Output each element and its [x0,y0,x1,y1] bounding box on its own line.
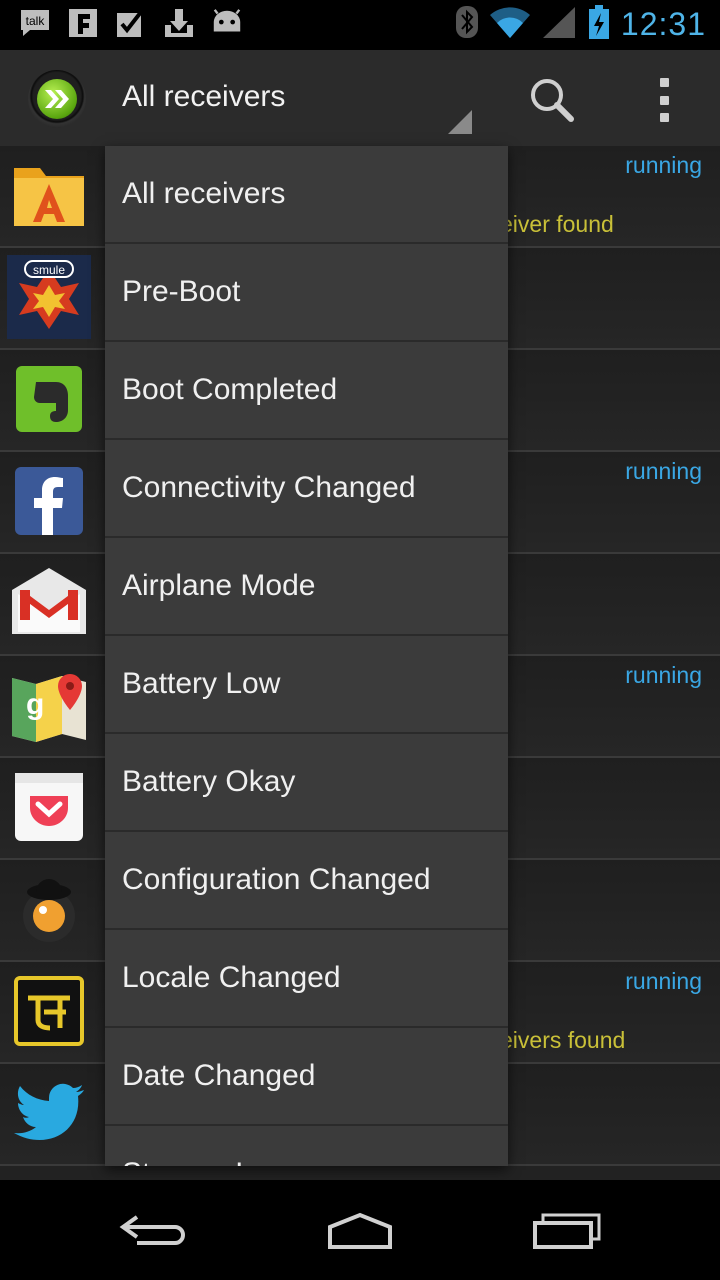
status-bar: talk 12:31 [0,0,720,50]
clockwork-icon [10,870,88,948]
dropdown-item-pre-boot[interactable]: Pre-Boot [105,244,508,342]
talk-icon: talk [18,6,52,40]
flipboard-icon [66,6,100,40]
svg-text:g: g [26,688,44,721]
spinner-dropdown-indicator-icon [448,110,472,134]
receiver-filter-spinner[interactable]: All receivers [122,80,285,114]
system-icons: 12:31 [455,4,706,45]
receiver-filter-dropdown: All receivers Pre-Boot Boot Completed Co… [105,146,508,1166]
action-bar: All receivers [0,50,720,147]
dropdown-item-all-receivers[interactable]: All receivers [105,146,508,244]
twitter-icon [10,1074,88,1152]
row-receiver-count: eivers found [500,1027,626,1053]
download-icon [162,6,196,40]
dropdown-item-date-changed[interactable]: Date Changed [105,1028,508,1126]
svg-text:talk: talk [26,14,46,28]
astro-file-manager-icon [10,156,88,234]
row-status: running [625,968,702,994]
navigation-bar [0,1184,720,1280]
facebook-icon [10,462,88,540]
dropdown-item-locale-changed[interactable]: Locale Changed [105,930,508,1028]
dropdown-item-airplane-mode[interactable]: Airplane Mode [105,538,508,636]
status-clock: 12:31 [620,6,706,42]
dropdown-item-boot-completed[interactable]: Boot Completed [105,342,508,440]
app-logo-icon[interactable] [28,70,86,128]
pocket-icon [10,768,88,846]
svg-text:smule: smule [33,263,65,277]
back-icon[interactable] [108,1206,198,1256]
smule-icon: smule [7,255,91,339]
row-status: running [625,662,702,688]
gmail-icon [10,564,88,642]
dropdown-item-configuration-changed[interactable]: Configuration Changed [105,832,508,930]
dropdown-item-battery-okay[interactable]: Battery Okay [105,734,508,832]
row-status: running [625,152,702,178]
checkbox-icon [114,6,148,40]
dropdown-item-battery-low[interactable]: Battery Low [105,636,508,734]
translator-icon [10,972,88,1050]
row-status: running [625,458,702,484]
google-maps-icon: g [10,666,88,744]
android-icon [210,6,244,40]
dropdown-item-storage-low[interactable]: Storage Low [105,1126,508,1166]
battery-icon [587,4,611,45]
wifi-icon [489,5,531,44]
row-receiver-count: eiver found [500,211,614,237]
search-icon[interactable] [528,76,576,124]
bluetooth-icon [455,5,479,44]
evernote-icon [10,360,88,438]
notification-icons: talk [18,6,244,40]
overflow-menu-icon[interactable] [654,78,674,122]
signal-icon [541,5,577,44]
home-icon[interactable] [315,1206,405,1256]
dropdown-item-connectivity-changed[interactable]: Connectivity Changed [105,440,508,538]
recent-apps-icon[interactable] [522,1206,612,1256]
